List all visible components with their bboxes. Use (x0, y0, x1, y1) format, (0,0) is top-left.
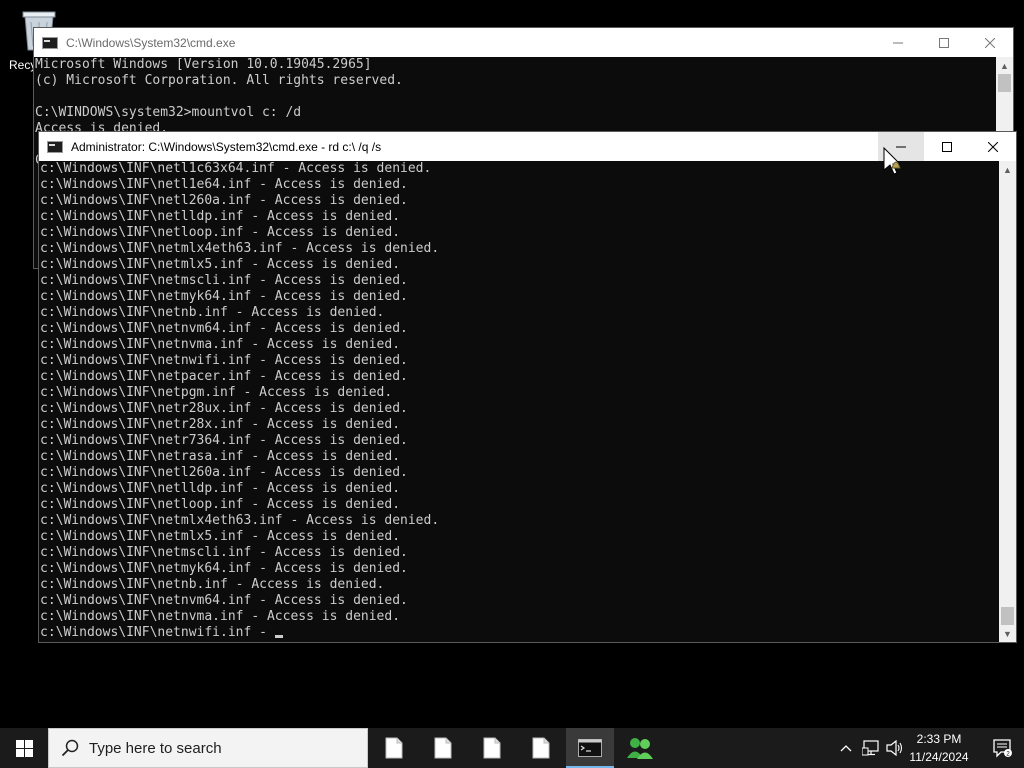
console-line: c:\Windows\INF\netnvma.inf - Access is d… (40, 609, 401, 624)
cmd-window-admin[interactable]: Administrator: C:\Windows\System32\cmd.e… (38, 131, 1017, 643)
volume-button[interactable] (884, 728, 906, 768)
console-line: c:\Windows\INF\netmlx4eth63.inf - Access… (40, 241, 440, 256)
scroll-thumb[interactable] (1001, 607, 1014, 625)
console-line: Microsoft Windows [Version 10.0.19045.29… (35, 57, 372, 72)
console-line: c:\Windows\INF\netmlx5.inf - Access is d… (40, 257, 401, 272)
scroll-up-arrow[interactable]: ▲ (996, 57, 1013, 74)
console-line: c:\Windows\INF\netmscli.inf - Access is … (40, 545, 408, 560)
windows-logo-icon (15, 739, 33, 757)
taskbar-app-users[interactable] (616, 728, 664, 768)
taskbar-app-file-2[interactable] (419, 728, 467, 768)
scroll-up-arrow[interactable]: ▲ (999, 161, 1016, 178)
console-line: c:\Windows\INF\netnvm64.inf - Access is … (40, 321, 408, 336)
start-button[interactable] (0, 728, 48, 768)
console-line: c:\Windows\INF\netr28x.inf - Access is d… (40, 417, 401, 432)
console-line: c:\Windows\INF\netnb.inf - Access is den… (40, 577, 385, 592)
console-line: c:\Windows\INF\netlldp.inf - Access is d… (40, 209, 401, 224)
network-button[interactable] (860, 728, 882, 768)
console-line: c:\Windows\INF\netnwifi.inf - Access is … (40, 353, 408, 368)
scroll-down-arrow[interactable]: ▼ (999, 625, 1016, 642)
minimize-button[interactable] (875, 28, 921, 57)
taskbar-app-file-3[interactable] (468, 728, 516, 768)
console-line: C:\WINDOWS\system32>mountvol c: /d (35, 105, 302, 120)
cmd-icon (578, 739, 602, 757)
taskbar-clock[interactable]: 2:33 PM 11/24/2024 (904, 730, 974, 766)
window-title: C:\Windows\System32\cmd.exe (66, 35, 236, 50)
taskbar-app-file-1[interactable] (370, 728, 418, 768)
window-titlebar[interactable]: C:\Windows\System32\cmd.exe (34, 28, 1013, 57)
notification-icon: 2 (993, 739, 1012, 758)
console-line: c:\Windows\INF\netnb.inf - Access is den… (40, 305, 385, 320)
maximize-button[interactable] (921, 28, 967, 57)
maximize-button[interactable] (924, 132, 970, 161)
console-line: (c) Microsoft Corporation. All rights re… (35, 73, 403, 88)
mouse-cursor-icon (883, 146, 902, 175)
console-line: c:\Windows\INF\netl260a.inf - Access is … (40, 465, 408, 480)
console-line: c:\Windows\INF\netmlx4eth63.inf - Access… (40, 513, 440, 528)
taskbar: Type here to search 2:33 PM 11/24/2024 2 (0, 728, 1024, 768)
clock-date: 11/24/2024 (909, 750, 969, 764)
minimize-icon (893, 42, 903, 43)
console-line: c:\Windows\INF\netloop.inf - Access is d… (40, 497, 401, 512)
volume-icon (886, 740, 903, 756)
taskbar-search-box[interactable]: Type here to search (48, 728, 368, 768)
file-icon (385, 737, 403, 759)
console-line: c:\Windows\INF\netl1c63x64.inf - Access … (40, 161, 432, 176)
search-icon (61, 739, 79, 757)
console-line: c:\Windows\INF\netnvm64.inf - Access is … (40, 593, 408, 608)
taskbar-app-cmd[interactable] (566, 728, 614, 768)
console-line: c:\Windows\INF\netmscli.inf - Access is … (40, 273, 408, 288)
network-icon (862, 740, 879, 756)
action-center-button[interactable]: 2 (980, 728, 1024, 768)
cmd-app-icon (47, 140, 63, 153)
console-output[interactable]: c:\Windows\INF\netl1c63x64.inf - Access … (39, 161, 999, 642)
console-line: c:\Windows\INF\netpgm.inf - Access is de… (40, 385, 393, 400)
scroll-thumb[interactable] (998, 74, 1011, 92)
file-icon (532, 737, 550, 759)
console-line: c:\Windows\INF\netr28ux.inf - Access is … (40, 401, 408, 416)
maximize-icon (939, 37, 949, 48)
text-cursor (274, 635, 283, 638)
vertical-scrollbar[interactable]: ▲ ▼ (999, 161, 1016, 642)
console-line: c:\Windows\INF\netloop.inf - Access is d… (40, 225, 401, 240)
close-button[interactable] (970, 132, 1016, 161)
cmd-app-icon (42, 36, 58, 49)
console-line: c:\Windows\INF\netmyk64.inf - Access is … (40, 289, 408, 304)
desktop: Recy C:\Windows\System32\cmd.exe Microso… (0, 0, 1024, 728)
console-line: c:\Windows\INF\netlldp.inf - Access is d… (40, 481, 401, 496)
console-line: c:\Windows\INF\netmyk64.inf - Access is … (40, 561, 408, 576)
chevron-up-icon (840, 745, 852, 752)
file-icon (434, 737, 452, 759)
console-line: c:\Windows\INF\netnvma.inf - Access is d… (40, 337, 401, 352)
maximize-icon (942, 141, 952, 152)
close-icon (985, 37, 995, 48)
users-icon (627, 738, 653, 759)
file-icon (483, 737, 501, 759)
console-line: c:\Windows\INF\netmlx5.inf - Access is d… (40, 529, 401, 544)
show-hidden-icons-button[interactable] (836, 728, 856, 768)
close-button[interactable] (967, 28, 1013, 57)
console-line: c:\Windows\INF\netr7364.inf - Access is … (40, 433, 408, 448)
close-icon (988, 141, 998, 152)
console-line: c:\Windows\INF\netpacer.inf - Access is … (40, 369, 408, 384)
clock-time: 2:33 PM (916, 732, 962, 746)
console-line: c:\Windows\INF\netrasa.inf - Access is d… (40, 449, 401, 464)
search-placeholder: Type here to search (89, 739, 222, 757)
taskbar-app-file-4[interactable] (517, 728, 565, 768)
console-line: c:\Windows\INF\netl260a.inf - Access is … (40, 193, 408, 208)
console-line: c:\Windows\INF\netl1e64.inf - Access is … (40, 177, 408, 192)
window-title: Administrator: C:\Windows\System32\cmd.e… (71, 139, 382, 154)
window-titlebar[interactable]: Administrator: C:\Windows\System32\cmd.e… (39, 132, 1016, 161)
console-current-line: c:\Windows\INF\netnwifi.inf - (40, 625, 999, 641)
